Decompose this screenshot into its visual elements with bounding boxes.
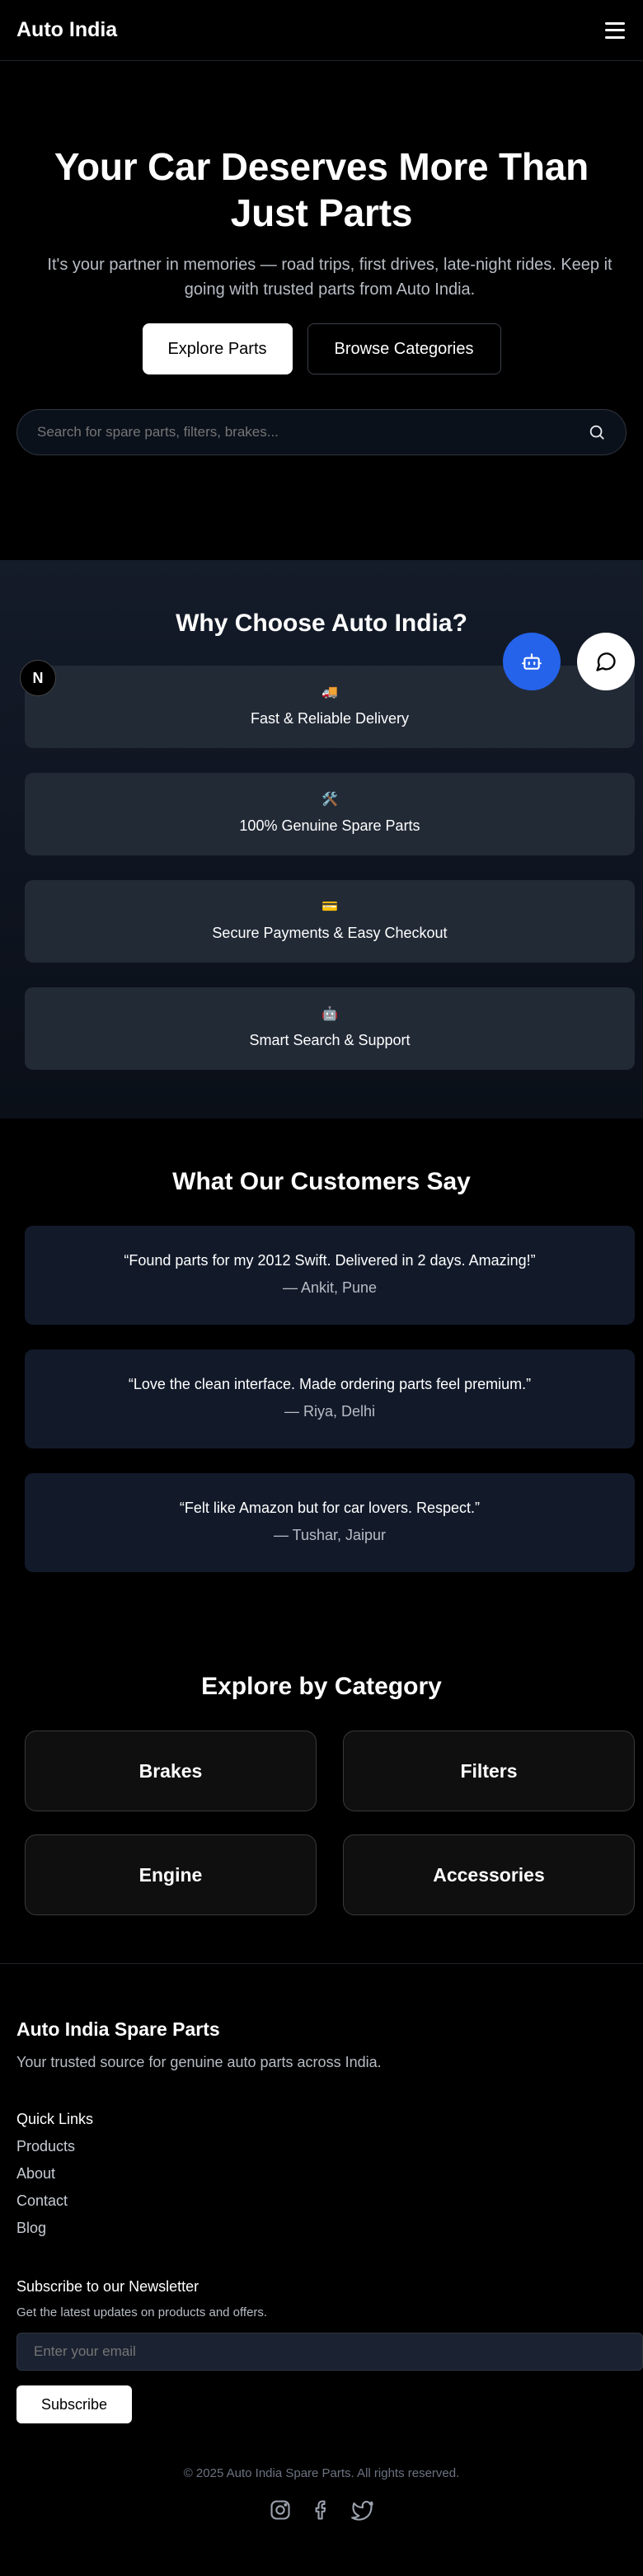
hero-subtitle: It's your partner in memories — road tri… — [47, 256, 612, 299]
dev-badge[interactable]: N — [20, 660, 56, 696]
search-bar — [16, 409, 627, 455]
testimonial-quote: “Love the clean interface. Made ordering… — [128, 1376, 532, 1392]
feature-label: Secure Payments & Easy Checkout — [212, 925, 448, 941]
quick-links-title: Quick Links — [16, 2111, 94, 2127]
footer-link-products[interactable]: Products — [16, 2138, 627, 2155]
bot-icon — [522, 653, 542, 670]
explore-parts-button[interactable]: Explore Parts — [142, 323, 293, 374]
instagram-icon[interactable] — [269, 2498, 292, 2522]
search-input[interactable] — [37, 424, 588, 440]
category-accessories[interactable]: Accessories — [343, 1834, 635, 1915]
footer-tagline: Your trusted source for genuine auto par… — [16, 2054, 382, 2070]
hero-buttons: Explore Parts Browse Categories — [33, 323, 610, 374]
testimonial-card: “Found parts for my 2012 Swift. Delivere… — [25, 1226, 635, 1325]
newsletter-title: Subscribe to our Newsletter — [16, 2278, 199, 2295]
tools-icon: 🛠️ — [322, 793, 338, 807]
footer-link-contact[interactable]: Contact — [16, 2192, 627, 2210]
feature-card: 🛠️ 100% Genuine Spare Parts — [25, 773, 635, 855]
robot-icon: 🤖 — [322, 1007, 338, 1021]
footer-link-about[interactable]: About — [16, 2165, 627, 2183]
testimonial-author: — Ankit, Pune — [282, 1279, 378, 1296]
feature-label: 100% Genuine Spare Parts — [239, 817, 420, 834]
category-engine[interactable]: Engine — [25, 1834, 317, 1915]
feature-label: Smart Search & Support — [249, 1032, 411, 1048]
facebook-icon[interactable] — [310, 2498, 333, 2522]
credit-card-icon: 💳 — [322, 900, 338, 914]
search-bar-wrapper — [0, 409, 643, 455]
why-title: Why Choose Auto India? — [176, 610, 467, 637]
message-circle-icon — [596, 652, 616, 671]
feature-card: 🤖 Smart Search & Support — [25, 987, 635, 1070]
newsletter-subtitle: Get the latest updates on products and o… — [16, 2305, 268, 2319]
testimonial-quote: “Felt like Amazon but for car lovers. Re… — [179, 1500, 481, 1516]
chat-button[interactable] — [577, 633, 635, 690]
feature-label: Fast & Reliable Delivery — [250, 710, 410, 727]
footer-title: Auto India Spare Parts — [16, 2018, 220, 2040]
feature-card: 💳 Secure Payments & Easy Checkout — [25, 880, 635, 963]
hero-section: Your Car Deserves More Than Just Parts I… — [0, 144, 643, 374]
twitter-icon[interactable] — [351, 2498, 374, 2522]
email-field-wrapper — [16, 2333, 643, 2371]
brand-logo[interactable]: Auto India — [16, 18, 117, 42]
category-filters[interactable]: Filters — [343, 1731, 635, 1811]
subscribe-button[interactable]: Subscribe — [16, 2385, 132, 2423]
hero-title: Your Car Deserves More Than Just Parts — [54, 145, 589, 234]
chatbot-button[interactable] — [503, 633, 561, 690]
social-links — [16, 2498, 627, 2522]
browse-categories-button[interactable]: Browse Categories — [307, 323, 501, 374]
testimonial-author: — Tushar, Jaipur — [273, 1527, 387, 1543]
testimonial-card: “Love the clean interface. Made ordering… — [25, 1349, 635, 1448]
menu-icon[interactable] — [605, 21, 625, 39]
categories-section: Explore by Category Brakes Filters Engin… — [0, 1666, 643, 1915]
search-icon[interactable] — [588, 423, 606, 441]
site-footer: Auto India Spare Parts Your trusted sour… — [0, 1963, 643, 2522]
email-field[interactable] — [34, 2343, 626, 2360]
category-brakes[interactable]: Brakes — [25, 1731, 317, 1811]
testimonials-section: What Our Customers Say “Found parts for … — [0, 1118, 643, 1572]
footer-link-blog[interactable]: Blog — [16, 2220, 627, 2237]
categories-title: Explore by Category — [201, 1673, 442, 1700]
testimonial-author: — Riya, Delhi — [284, 1403, 376, 1420]
testimonial-quote: “Found parts for my 2012 Swift. Delivere… — [124, 1252, 536, 1269]
testimonial-card: “Felt like Amazon but for car lovers. Re… — [25, 1473, 635, 1572]
site-header: Auto India — [0, 0, 643, 61]
testimonials-title: What Our Customers Say — [172, 1168, 471, 1195]
copyright-text: © 2025 Auto India Spare Parts. All right… — [183, 2466, 460, 2480]
